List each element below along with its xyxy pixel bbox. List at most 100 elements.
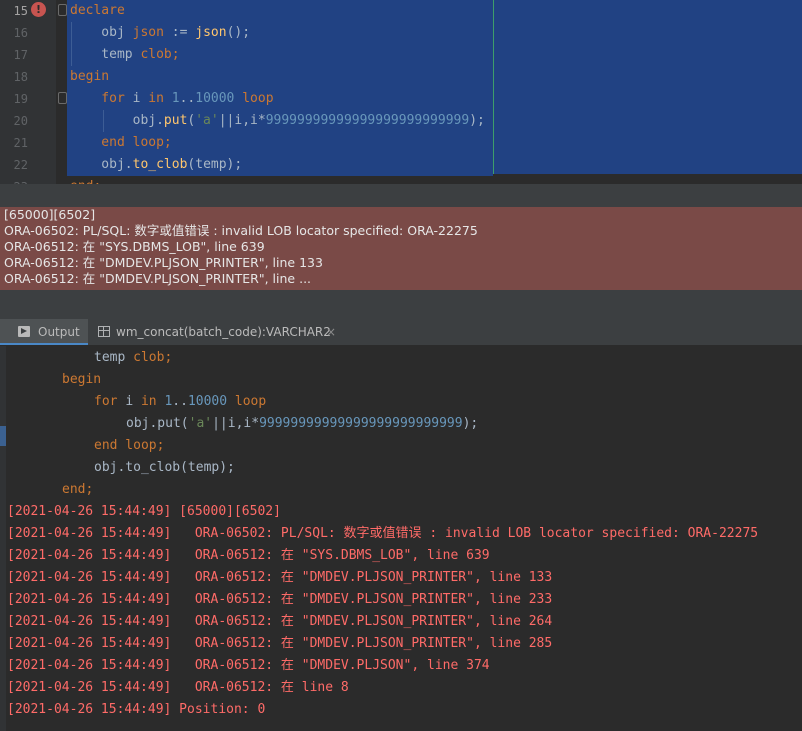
console-gutter	[0, 346, 6, 731]
code-token: ..	[172, 394, 188, 409]
editor-horizontal-divider	[0, 184, 802, 207]
console-code-line: obj.put('a'||i,i*99999999999999999999999…	[126, 413, 478, 435]
code-token: begin	[62, 372, 102, 387]
error-panel-line: [65000][6502]	[4, 207, 96, 222]
console-error-line: [2021-04-26 15:44:49] ORA-06512: 在 "DMDE…	[7, 614, 553, 629]
line-number: 15	[13, 4, 28, 18]
console-error-line: [2021-04-26 15:44:49] ORA-06512: 在 "SYS.…	[7, 548, 490, 563]
code-token: 'a'	[195, 113, 219, 128]
console-error-line: [2021-04-26 15:44:49] ORA-06512: 在 line …	[7, 680, 349, 695]
code-token: temp	[70, 47, 141, 62]
code-line: obj.to_clob(temp);	[70, 154, 242, 176]
code-token: json	[132, 25, 164, 40]
code-token: ||i,i*	[218, 113, 266, 128]
output-console[interactable]: temp clob; begin for i in 1..10000 loop obj…	[0, 346, 802, 731]
code-token: end;	[62, 482, 94, 497]
console-code-line: end loop;	[94, 435, 164, 457]
code-token: clob;	[133, 350, 173, 365]
code-line: begin	[70, 66, 109, 88]
line-number: 16	[13, 26, 28, 40]
error-notification-panel: [65000][6502] ORA-06502: PL/SQL: 数字或值错误 …	[0, 207, 802, 290]
code-line: declare	[70, 0, 125, 22]
code-token: obj.to_clob(temp);	[94, 460, 235, 475]
code-token: declare	[70, 3, 125, 18]
code-token: temp	[94, 350, 134, 365]
error-panel-line: ORA-06512: 在 "DMDEV.PLJSON_PRINTER", lin…	[4, 271, 312, 286]
code-token: for	[70, 91, 133, 106]
error-panel-line: ORA-06502: PL/SQL: 数字或值错误 : invalid LOB …	[4, 223, 478, 238]
console-error-line: [2021-04-26 15:44:49] Position: 0	[7, 702, 266, 717]
code-token: loop	[227, 394, 267, 409]
code-token: obj.put(	[126, 416, 189, 431]
code-line: end;	[70, 176, 101, 184]
line-number: 23	[0, 176, 28, 184]
code-token: in	[140, 394, 165, 409]
console-error-line: [2021-04-26 15:44:49] ORA-06512: 在 "DMDE…	[7, 636, 553, 651]
code-token: end loop;	[94, 438, 165, 453]
code-token: 'a'	[188, 416, 213, 431]
console-code-line: for i in 1..10000 loop	[94, 391, 266, 413]
tab-output-label: Output	[38, 325, 80, 339]
code-token: 99999999999999999999999999	[259, 416, 463, 431]
line-number: 17	[13, 48, 28, 62]
code-token: for	[94, 394, 126, 409]
code-token: in	[148, 91, 172, 106]
code-token: );	[469, 113, 485, 128]
code-token: to_clob	[132, 157, 188, 172]
code-token: 10000	[187, 394, 228, 409]
code-token: i	[125, 394, 141, 409]
code-line: obj json := json();	[70, 22, 250, 44]
code-line: obj.put('a'||i,i*99999999999999999999999…	[70, 110, 485, 132]
fold-toggle-icon[interactable]	[58, 4, 67, 16]
line-number: 21	[13, 136, 28, 150]
console-error-line: [2021-04-26 15:44:49] [65000][6502]	[7, 504, 281, 519]
line-number: 20	[13, 114, 28, 128]
code-token: clob;	[140, 47, 180, 62]
code-token: obj	[70, 25, 133, 40]
code-line: for i in 1..10000 loop	[70, 88, 274, 110]
code-token: (temp);	[187, 157, 243, 172]
tab-result-grid-label: wm_concat(batch_code):VARCHAR2	[116, 325, 331, 339]
close-icon[interactable]: ×	[326, 319, 336, 345]
selection-highlight-right	[493, 0, 802, 174]
console-gutter-marker	[0, 426, 6, 446]
console-code-line: temp clob;	[94, 347, 172, 369]
code-token: begin	[70, 69, 110, 84]
code-token: obj.	[70, 113, 164, 128]
code-line: end loop;	[70, 132, 172, 154]
console-code-line: begin	[62, 369, 101, 391]
code-token: json	[195, 25, 227, 40]
code-line: temp clob;	[70, 44, 180, 66]
code-token: put	[163, 113, 188, 128]
error-panel-line: ORA-06512: 在 "DMDEV.PLJSON_PRINTER", lin…	[4, 255, 323, 270]
console-code-line: obj.to_clob(temp);	[94, 457, 235, 479]
line-number: 18	[13, 70, 28, 84]
code-token: );	[462, 416, 479, 431]
console-error-line: [2021-04-26 15:44:49] ORA-06512: 在 "DMDE…	[7, 658, 490, 673]
right-margin-guide	[493, 0, 494, 174]
code-token: i	[132, 91, 149, 106]
code-token: 99999999999999999999999999	[265, 113, 470, 128]
console-error-line: [2021-04-26 15:44:49] ORA-06512: 在 "DMDE…	[7, 592, 553, 607]
services-tab-bar: Output wm_concat(batch_code):VARCHAR2 ×	[0, 319, 802, 346]
table-grid-icon	[98, 326, 110, 337]
code-editor[interactable]: ! 15 16 17 18 19 20 21 22 23 declare obj json :=…	[0, 0, 802, 184]
code-token: 10000	[195, 91, 235, 106]
console-error-line: [2021-04-26 15:44:49] ORA-06502: PL/SQL:…	[7, 526, 759, 541]
fold-toggle-icon[interactable]	[58, 92, 67, 104]
code-token: ();	[226, 25, 251, 40]
panel-splitter[interactable]	[0, 290, 802, 320]
code-token: ..	[179, 91, 196, 106]
code-token: :=	[163, 25, 196, 40]
code-token: ||i,i*	[212, 416, 260, 431]
line-number: 19	[13, 92, 28, 106]
code-token: loop	[234, 91, 274, 106]
code-token: obj.	[70, 157, 133, 172]
code-token: end loop;	[70, 135, 172, 150]
line-number: 22	[13, 158, 28, 172]
tab-result-grid[interactable]: wm_concat(batch_code):VARCHAR2 ×	[96, 319, 356, 345]
console-error-line: [2021-04-26 15:44:49] ORA-06512: 在 "DMDE…	[7, 570, 553, 585]
code-token: 1	[171, 91, 180, 106]
tab-output[interactable]: Output	[0, 319, 88, 345]
error-marker-icon[interactable]: !	[31, 2, 46, 17]
